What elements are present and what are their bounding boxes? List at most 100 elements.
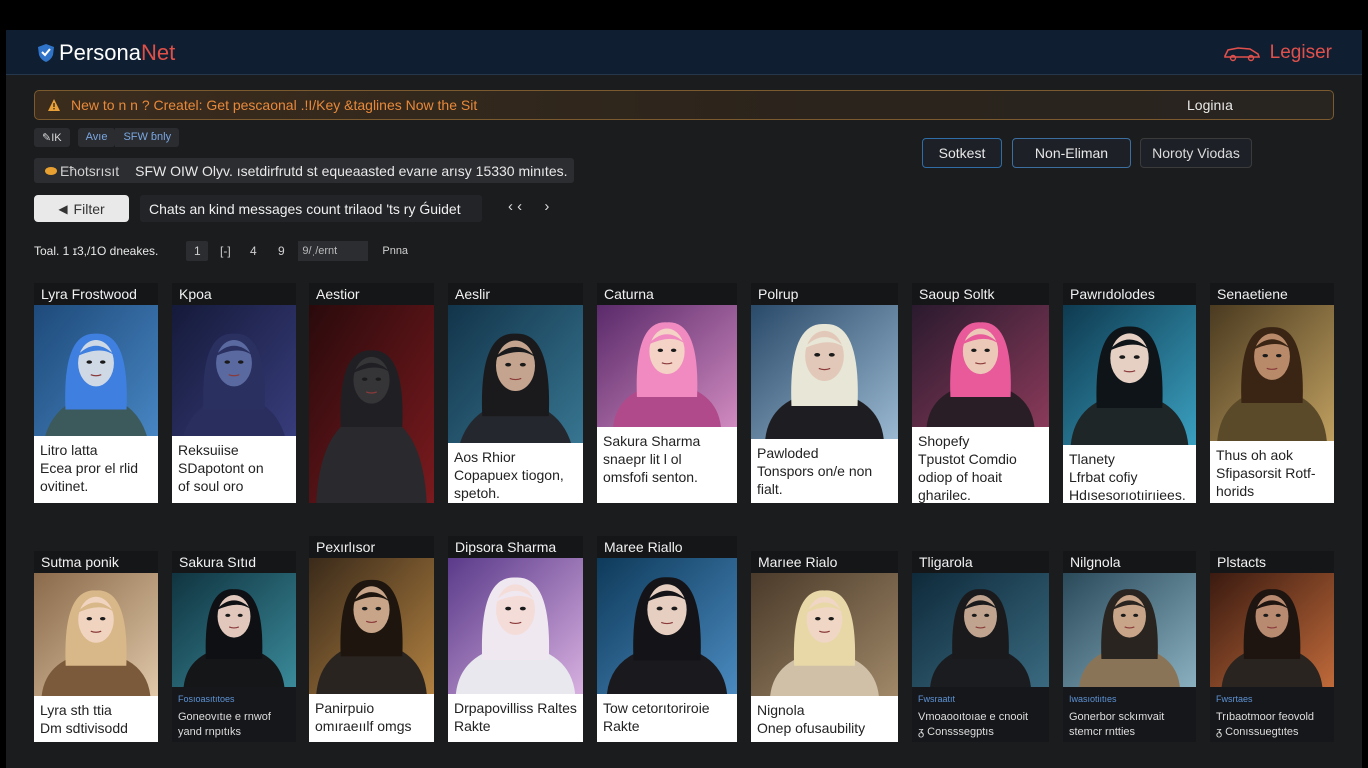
character-portrait[interactable]	[309, 558, 434, 694]
sfw-toggle-icon[interactable]	[44, 166, 58, 176]
description-line: Tlanety	[1069, 451, 1115, 467]
character-portrait[interactable]	[912, 573, 1049, 687]
character-card[interactable]: Maree Riallo Tow cetorıtoriroie Rakte	[597, 536, 737, 742]
character-card[interactable]: Sutma ponik Lyra sth ttia Dm sdtivisodd	[34, 551, 158, 742]
character-name[interactable]: Aestior	[309, 283, 434, 305]
character-portrait[interactable]	[912, 305, 1049, 427]
character-tag[interactable]: Fosıoasıtıtoes	[178, 692, 290, 707]
banner-login-link[interactable]: Loginıa	[1187, 97, 1233, 113]
character-name[interactable]: Plstacts	[1210, 551, 1334, 573]
character-portrait[interactable]	[751, 573, 898, 696]
character-portrait[interactable]	[309, 305, 434, 503]
character-portrait[interactable]	[1210, 573, 1334, 687]
character-portrait[interactable]	[448, 558, 583, 694]
prev-arrow-icon[interactable]: ‹ ‹	[508, 198, 522, 215]
top-login-button[interactable]: Legiser	[1222, 42, 1332, 64]
character-card[interactable]: Pexırlısor Panirpuio omıraeıılf omgs	[309, 536, 434, 742]
character-description: Tlanety Lfrbat cofiy Hdısesorıotıirıiees.	[1063, 445, 1196, 503]
description-line: snaepr lit l ol	[603, 451, 682, 467]
character-card[interactable]: Aestior	[309, 283, 434, 503]
filter-button[interactable]: ◀ Filter	[34, 195, 129, 222]
character-card[interactable]: Sakura Sıtıd Fosıoasıtıtoes Goneovıtıe e …	[172, 551, 296, 742]
character-name[interactable]: Pawrıdolodes	[1063, 283, 1196, 305]
character-card[interactable]: Marıee Rialo Nignola Onep ofusaubility	[751, 551, 898, 742]
character-card[interactable]: Lyra Frostwood Litro latta Ecea pror el r…	[34, 283, 158, 503]
character-card[interactable]: Tligarola Fwsraatıt Vmoaooıtoıae e cnooit…	[912, 551, 1049, 742]
page-3[interactable]: 4	[242, 241, 264, 261]
description-line: Lyra sth ttia	[40, 702, 112, 718]
character-name[interactable]: Sutma ponik	[34, 551, 158, 573]
banner-text: New to n n ? Createl: Get pescaonal .!I/…	[71, 97, 478, 113]
next-page-link[interactable]: Pnna	[382, 245, 408, 257]
character-card[interactable]: Caturna Sakura Sharma snaepr lit l ol omsf…	[597, 283, 737, 503]
page-1[interactable]: 1	[186, 241, 209, 261]
character-portrait[interactable]	[1210, 305, 1334, 441]
chip-ave[interactable]: Avıe	[77, 128, 116, 147]
character-portrait[interactable]	[597, 305, 737, 427]
character-tag[interactable]: Fwsrtaes	[1216, 692, 1328, 707]
character-description: Tow cetorıtoriroie Rakte	[597, 694, 737, 742]
sort-button-1[interactable]: Sotkest	[922, 138, 1002, 168]
description-line: gharilec.	[918, 487, 971, 503]
portrait-image	[912, 305, 1049, 427]
character-name[interactable]: Saoup Soltk	[912, 283, 1049, 305]
page-size-select[interactable]: 9/ˌ/ernt	[298, 241, 369, 261]
character-description: Fwsrtaes Trıbaotmoor feovold ᵹ Conıssuegtı…	[1210, 687, 1334, 742]
description-line: yand rnpıtıks	[178, 726, 241, 738]
warning-icon	[48, 99, 60, 111]
character-description: Thus oh aok Sfipasorsit Rotf-horids	[1210, 441, 1334, 503]
character-name[interactable]: Tligarola	[912, 551, 1049, 573]
character-name[interactable]: Lyra Frostwood	[34, 283, 158, 305]
description-line: of soul oro	[178, 478, 244, 494]
character-portrait[interactable]	[1063, 305, 1196, 445]
description-line: Shopefy	[918, 433, 970, 449]
character-tag[interactable]: Iwasıotiıtıes	[1069, 692, 1190, 707]
character-card[interactable]: Kpoa Reksuiise SDapotont on of soul oro	[172, 283, 296, 503]
description-line: omsfofi senton.	[603, 469, 698, 485]
character-card[interactable]: Dipsora Sharma Drpapovilliss Raltes Rakte	[448, 536, 583, 742]
personanet-logo[interactable]: Persona Net	[36, 40, 175, 66]
announcement-banner: New to n n ? Createl: Get pescaonal .!I/…	[34, 90, 1334, 120]
character-name[interactable]: Sakura Sıtıd	[172, 551, 296, 573]
description-line: horids	[1216, 483, 1255, 499]
character-portrait[interactable]	[34, 573, 158, 696]
character-portrait[interactable]	[597, 558, 737, 694]
character-card[interactable]: Senaetiene Thus oh aok Sfipasorsit Rotf-h…	[1210, 283, 1334, 503]
character-name[interactable]: Polrup	[751, 283, 898, 305]
description-line: Tow cetorıtoriroie	[603, 700, 710, 716]
character-card[interactable]: Polrup Pawloded Tonspors on/e non fialt.	[751, 283, 898, 503]
character-name[interactable]: Kpoa	[172, 283, 296, 305]
character-portrait[interactable]	[172, 573, 296, 687]
page-2[interactable]: [-]	[214, 241, 236, 261]
sort-button-2[interactable]: Non-Eliman	[1012, 138, 1131, 168]
chats-filter-text: Chats an kind messages count trilaod 'ts…	[149, 200, 461, 217]
sort-button-3[interactable]: Noroty Viodas	[1140, 138, 1252, 168]
description-line: Copapuex tiogon,	[454, 467, 564, 483]
character-tag[interactable]: Fwsraatıt	[918, 692, 1043, 707]
character-portrait[interactable]	[448, 305, 583, 465]
character-card[interactable]: Aeslir Aos Rhior Copapuex tiogon, spetoh.	[448, 283, 583, 503]
character-card[interactable]: Saoup Soltk Shopefy Tpustot Comdio odiop o…	[912, 283, 1049, 503]
character-name[interactable]: Nilgnola	[1063, 551, 1196, 573]
character-name[interactable]: Caturna	[597, 283, 737, 305]
description-line: Sakura Sharma	[603, 433, 701, 449]
character-portrait[interactable]	[751, 305, 898, 439]
character-name[interactable]: Pexırlısor	[309, 536, 434, 558]
character-card[interactable]: Pawrıdolodes Tlanety Lfrbat cofiy Hdısesor…	[1063, 283, 1196, 503]
character-card[interactable]: Plstacts Fwsrtaes Trıbaotmoor feovold ᵹ Co…	[1210, 551, 1334, 742]
page-4[interactable]: 9	[270, 241, 292, 261]
character-portrait[interactable]	[1063, 573, 1196, 687]
character-card[interactable]: Nilgnola Iwasıotiıtıes Gonerbor sckımvait…	[1063, 551, 1196, 742]
chip-edit[interactable]: ✎IK	[34, 128, 70, 147]
portrait-image	[448, 305, 583, 465]
character-name[interactable]: Marıee Rialo	[751, 551, 898, 573]
character-description: Pawloded Tonspors on/e non fialt.	[751, 439, 898, 503]
chip-sfw-only[interactable]: SFW ɓnly	[115, 128, 180, 147]
next-arrow-icon[interactable]: ›	[544, 198, 549, 215]
character-name[interactable]: Dipsora Sharma	[448, 536, 583, 558]
character-name[interactable]: Senaetiene	[1210, 283, 1334, 305]
character-description: Iwasıotiıtıes Gonerbor sckımvait stemcr rn…	[1063, 687, 1196, 742]
character-name[interactable]: Maree Riallo	[597, 536, 737, 558]
chats-filter-bar[interactable]: Chats an kind messages count trilaod 'ts…	[140, 195, 482, 222]
character-name[interactable]: Aeslir	[448, 283, 583, 305]
